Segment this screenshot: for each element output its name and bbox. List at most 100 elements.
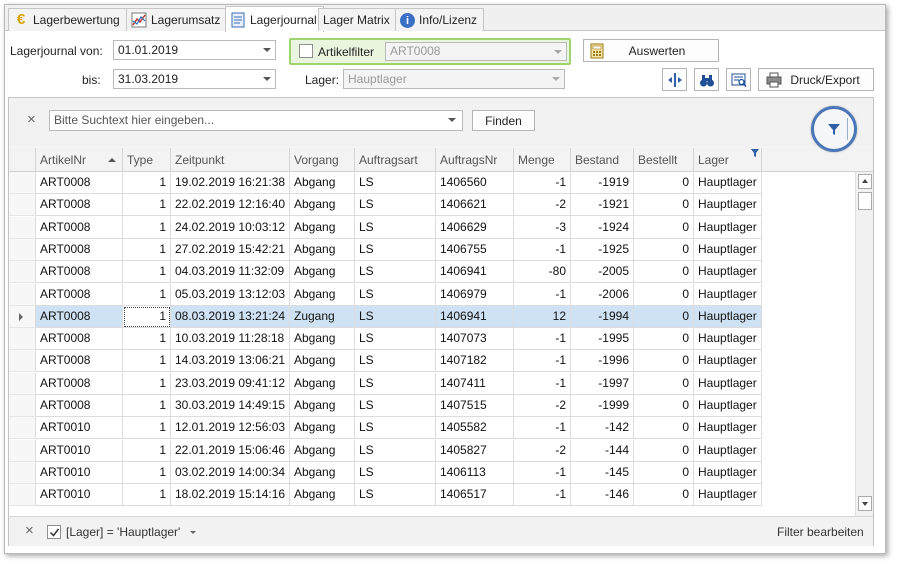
tab-lagerbewertung[interactable]: € Lagerbewertung (8, 8, 127, 31)
chevron-down-icon[interactable] (263, 77, 271, 81)
cell-zeitpunkt[interactable]: 30.03.2019 14:49:15 (171, 395, 290, 417)
cell-auftragsart[interactable]: LS (355, 172, 436, 194)
cell-type[interactable]: 1 (123, 350, 171, 373)
row-indicator[interactable] (9, 261, 36, 284)
tab-lager-matrix[interactable]: Lager Matrix (318, 8, 397, 31)
table-row[interactable]: ART0008 1 05.03.2019 13:12:03 Abgang LS 14069… (9, 283, 873, 306)
cell-zeitpunkt[interactable]: 08.03.2019 13:21:24 (171, 305, 290, 328)
cell-zeitpunkt[interactable]: 23.03.2019 09:41:12 (171, 372, 290, 395)
search-input[interactable]: Bitte Suchtext hier eingeben... (49, 110, 463, 131)
cell-bestand[interactable]: -1924 (571, 216, 634, 239)
cell-type[interactable]: 1 (123, 283, 171, 306)
cell-bestellt[interactable]: 0 (634, 372, 694, 395)
cell-bestellt[interactable]: 0 (634, 395, 694, 417)
tab-lagerumsatz[interactable]: Lagerumsatz (126, 8, 228, 31)
cell-zeitpunkt[interactable]: 05.03.2019 13:12:03 (171, 283, 290, 306)
cell-type[interactable]: 1 (123, 328, 171, 351)
column-header-bestand[interactable]: Bestand (571, 148, 634, 172)
cell-lager[interactable]: Hauptlager (694, 439, 762, 462)
cell-artikelnr[interactable]: ART0008 (36, 395, 123, 417)
cell-zeitpunkt[interactable]: 24.02.2019 10:03:12 (171, 216, 290, 239)
cell-type[interactable]: 1 (123, 484, 171, 507)
cell-auftragsart[interactable]: LS (355, 216, 436, 239)
cell-auftragsnr[interactable]: 1407411 (436, 372, 514, 395)
cell-auftragsnr[interactable]: 1407182 (436, 350, 514, 373)
cell-auftragsart[interactable]: LS (355, 461, 436, 484)
cell-bestand[interactable]: -142 (571, 417, 634, 440)
cell-menge[interactable]: -1 (514, 172, 571, 194)
cell-bestand[interactable]: -144 (571, 439, 634, 462)
cell-lager[interactable]: Hauptlager (694, 238, 762, 261)
column-header-lager[interactable]: Lager (694, 148, 762, 172)
cell-auftragsart[interactable]: LS (355, 328, 436, 351)
cell-artikelnr[interactable]: ART0008 (36, 350, 123, 373)
table-row[interactable]: ART0008 1 30.03.2019 14:49:15 Abgang LS 14075… (9, 395, 873, 417)
cell-artikelnr[interactable]: ART0008 (36, 261, 123, 284)
cell-bestand[interactable]: -2005 (571, 261, 634, 284)
cell-auftragsart[interactable]: LS (355, 283, 436, 306)
cell-bestand[interactable]: -1996 (571, 350, 634, 373)
row-indicator[interactable] (9, 283, 36, 306)
cell-type[interactable]: 1 (123, 194, 171, 217)
scroll-up-button[interactable] (858, 174, 872, 189)
table-row[interactable]: ART0010 1 03.02.2019 14:00:34 Abgang LS 14061… (9, 461, 873, 484)
cell-vorgang[interactable]: Abgang (290, 417, 355, 440)
table-row[interactable]: ART0008 1 24.02.2019 10:03:12 Abgang LS 14066… (9, 216, 873, 239)
cell-zeitpunkt[interactable]: 12.01.2019 12:56:03 (171, 417, 290, 440)
cell-auftragsart[interactable]: LS (355, 484, 436, 507)
row-indicator[interactable] (9, 216, 36, 239)
table-row[interactable]: ART0008 1 27.02.2019 15:42:21 Abgang LS 14067… (9, 238, 873, 261)
cell-artikelnr[interactable]: ART0010 (36, 484, 123, 507)
cell-bestellt[interactable]: 0 (634, 328, 694, 351)
split-columns-button[interactable] (662, 68, 687, 91)
cell-auftragsart[interactable]: LS (355, 305, 436, 328)
cell-bestellt[interactable]: 0 (634, 305, 694, 328)
chevron-down-icon[interactable] (552, 77, 560, 81)
cell-bestand[interactable]: -1919 (571, 172, 634, 194)
cell-zeitpunkt[interactable]: 27.02.2019 15:42:21 (171, 238, 290, 261)
cell-auftragsnr[interactable]: 1406979 (436, 283, 514, 306)
row-indicator[interactable] (9, 484, 36, 507)
cell-lager[interactable]: Hauptlager (694, 350, 762, 373)
cell-auftragsart[interactable]: LS (355, 395, 436, 417)
cell-artikelnr[interactable]: ART0008 (36, 238, 123, 261)
column-header-vorgang[interactable]: Vorgang (290, 148, 355, 172)
cell-vorgang[interactable]: Abgang (290, 350, 355, 373)
cell-lager[interactable]: Hauptlager (694, 328, 762, 351)
cell-auftragsnr[interactable]: 1406113 (436, 461, 514, 484)
cell-auftragsnr[interactable]: 1406941 (436, 261, 514, 284)
cell-bestand[interactable]: -1997 (571, 372, 634, 395)
lager-select[interactable]: Hauptlager (343, 69, 565, 89)
cell-bestand[interactable]: -1925 (571, 238, 634, 261)
cell-bestellt[interactable]: 0 (634, 216, 694, 239)
cell-type[interactable]: 1 (123, 305, 171, 328)
cell-type[interactable]: 1 (123, 238, 171, 261)
cell-bestellt[interactable]: 0 (634, 194, 694, 217)
cell-auftragsnr[interactable]: 1405827 (436, 439, 514, 462)
cell-vorgang[interactable]: Abgang (290, 216, 355, 239)
cell-vorgang[interactable]: Abgang (290, 395, 355, 417)
column-header-artikelnr[interactable]: ArtikelNr (36, 148, 123, 172)
cell-menge[interactable]: 12 (514, 305, 571, 328)
cell-artikelnr[interactable]: ART0010 (36, 461, 123, 484)
cell-bestand[interactable]: -1994 (571, 305, 634, 328)
cell-vorgang[interactable]: Abgang (290, 439, 355, 462)
table-row[interactable]: ART0008 1 19.02.2019 16:21:38 Abgang LS 14065… (9, 172, 873, 194)
cell-artikelnr[interactable]: ART0008 (36, 372, 123, 395)
cell-bestellt[interactable]: 0 (634, 238, 694, 261)
cell-bestand[interactable]: -1921 (571, 194, 634, 217)
cell-type[interactable]: 1 (123, 395, 171, 417)
von-date-field[interactable]: 01.01.2019 (113, 40, 276, 60)
chevron-down-icon[interactable] (263, 48, 271, 52)
cell-vorgang[interactable]: Abgang (290, 238, 355, 261)
filter-enable-checkbox[interactable] (47, 525, 61, 539)
table-row[interactable]: ART0008 1 08.03.2019 13:21:24 Zugang LS 14069… (9, 305, 873, 328)
cell-lager[interactable]: Hauptlager (694, 261, 762, 284)
cell-auftragsnr[interactable]: 1406629 (436, 216, 514, 239)
cell-zeitpunkt[interactable]: 03.02.2019 14:00:34 (171, 461, 290, 484)
cell-bestand[interactable]: -146 (571, 484, 634, 507)
tab-info-lizenz[interactable]: i Info/Lizenz (395, 8, 485, 31)
cell-auftragsart[interactable]: LS (355, 372, 436, 395)
cell-type[interactable]: 1 (123, 461, 171, 484)
row-indicator[interactable] (9, 395, 36, 417)
